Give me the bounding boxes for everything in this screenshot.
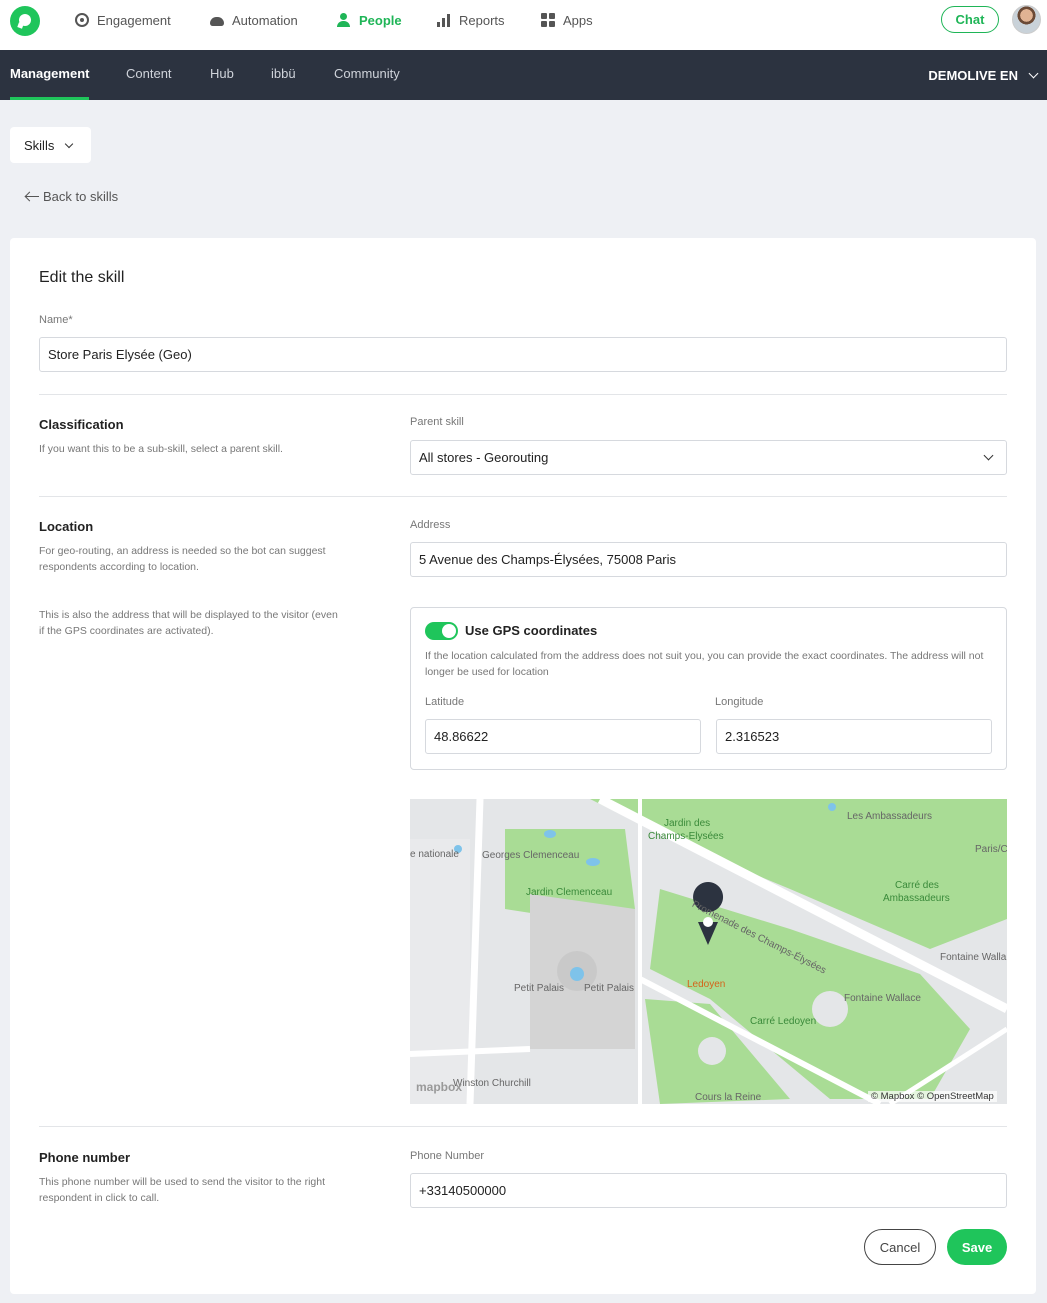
- tab-hub[interactable]: Hub: [210, 50, 234, 100]
- map-label: Champs-Elysées: [648, 831, 724, 842]
- arrow-left-icon: [25, 192, 39, 202]
- map-label: Carré des: [895, 880, 939, 891]
- phone-title: Phone number: [39, 1150, 131, 1165]
- bar-chart-icon: [437, 13, 451, 27]
- map-label: Winston Churchill: [453, 1078, 531, 1089]
- workspace-selector[interactable]: DEMOLIVE EN: [928, 50, 1039, 100]
- address-label: Address: [410, 519, 451, 531]
- address-input[interactable]: 5 Avenue des Champs-Élysées, 75008 Paris: [410, 542, 1007, 577]
- edit-skill-card: Edit the skill Name* Store Paris Elysée …: [10, 238, 1036, 1294]
- chevron-down-icon: [983, 450, 994, 461]
- skills-dropdown-label: Skills: [24, 137, 55, 153]
- location-title: Location: [39, 519, 94, 534]
- parent-skill-label: Parent skill: [410, 416, 464, 428]
- map-attribution[interactable]: © Mapbox © OpenStreetMap: [868, 1091, 997, 1102]
- longitude-label: Longitude: [715, 696, 764, 708]
- nav-reports-label: Reports: [459, 12, 505, 28]
- tab-community[interactable]: Community: [334, 50, 400, 100]
- latitude-label: Latitude: [425, 696, 465, 708]
- map-label: Les Ambassadeurs: [847, 811, 933, 822]
- map-label: Jardin des: [664, 818, 711, 829]
- gps-hint: If the location calculated from the addr…: [425, 650, 984, 678]
- nav-engagement[interactable]: Engagement: [75, 11, 171, 29]
- latitude-input[interactable]: 48.86622: [425, 719, 701, 754]
- phone-label: Phone Number: [410, 1150, 484, 1162]
- nav-people[interactable]: People: [337, 11, 402, 29]
- divider: [39, 1126, 1007, 1127]
- map-label: Carré Ledoyen: [750, 1016, 817, 1027]
- grid-icon: [541, 13, 555, 27]
- nav-engagement-label: Engagement: [97, 12, 171, 28]
- nav-apps[interactable]: Apps: [541, 11, 593, 29]
- tab-ibbu[interactable]: ibbü: [271, 50, 296, 100]
- map-label: Fontaine Wallace: [844, 993, 921, 1004]
- map-label: Cours la Reine: [695, 1092, 762, 1103]
- name-label: Name*: [39, 314, 73, 326]
- skills-dropdown[interactable]: Skills: [10, 127, 91, 163]
- divider: [39, 496, 1007, 497]
- map-label: Fontaine Walla: [940, 952, 1007, 963]
- tab-management[interactable]: Management: [10, 50, 90, 100]
- workspace-label: DEMOLIVE EN: [928, 67, 1018, 83]
- target-icon: [75, 13, 89, 27]
- sub-navigation: Management Content Hub ibbü Community DE…: [0, 50, 1047, 100]
- location-display-hint: This is also the address that will be di…: [39, 609, 338, 637]
- map-label: Paris/C: [975, 844, 1007, 855]
- chat-button[interactable]: Chat: [941, 6, 999, 33]
- divider: [39, 394, 1007, 395]
- nav-reports[interactable]: Reports: [437, 11, 505, 29]
- nav-automation[interactable]: Automation: [210, 11, 298, 29]
- parent-skill-value: All stores - Georouting: [419, 450, 549, 465]
- person-icon: [337, 13, 351, 27]
- map-canvas: [410, 799, 1007, 1104]
- map-label: Petit Palais: [584, 983, 635, 994]
- user-avatar[interactable]: [1012, 5, 1041, 34]
- classification-title: Classification: [39, 417, 124, 432]
- map-label: Petit Palais: [514, 983, 565, 994]
- gps-toggle-label: Use GPS coordinates: [465, 623, 598, 638]
- back-to-skills-link[interactable]: Back to skills: [25, 189, 118, 204]
- gps-coordinates-panel: Use GPS coordinates If the location calc…: [410, 607, 1007, 770]
- location-map[interactable]: Jardin des Champs-Elysées Les Ambassadeu…: [410, 799, 1007, 1104]
- chevron-down-icon: [1028, 68, 1039, 78]
- phone-hint: This phone number will be used to send t…: [39, 1176, 325, 1204]
- mapbox-logo: mapbox: [416, 1080, 463, 1094]
- map-label: Ambassadeurs: [883, 893, 950, 904]
- phone-input[interactable]: +33140500000: [410, 1173, 1007, 1208]
- map-label: e nationale: [410, 849, 459, 860]
- page-title: Edit the skill: [39, 269, 125, 286]
- map-label: Georges Clemenceau: [482, 850, 580, 861]
- cancel-button[interactable]: Cancel: [864, 1229, 936, 1265]
- nav-apps-label: Apps: [563, 12, 593, 28]
- longitude-input[interactable]: 2.316523: [716, 719, 992, 754]
- location-hint: For geo-routing, an address is needed so…: [39, 545, 326, 573]
- nav-people-label: People: [359, 12, 402, 28]
- gps-toggle[interactable]: [425, 622, 458, 640]
- cloud-icon: [210, 17, 224, 26]
- name-input[interactable]: Store Paris Elysée (Geo): [39, 337, 1007, 372]
- app-logo-icon[interactable]: [10, 6, 40, 36]
- back-link-label: Back to skills: [43, 189, 119, 204]
- map-label: Jardin Clemenceau: [526, 887, 613, 898]
- classification-hint: If you want this to be a sub-skill, sele…: [39, 443, 283, 455]
- map-label: Ledoyen: [687, 979, 726, 990]
- parent-skill-select[interactable]: All stores - Georouting: [410, 440, 1007, 475]
- nav-automation-label: Automation: [232, 12, 298, 28]
- chevron-down-icon: [65, 139, 74, 148]
- tab-content[interactable]: Content: [126, 50, 172, 100]
- top-bar: Engagement Automation People Reports App…: [0, 0, 1047, 50]
- save-button[interactable]: Save: [947, 1229, 1007, 1265]
